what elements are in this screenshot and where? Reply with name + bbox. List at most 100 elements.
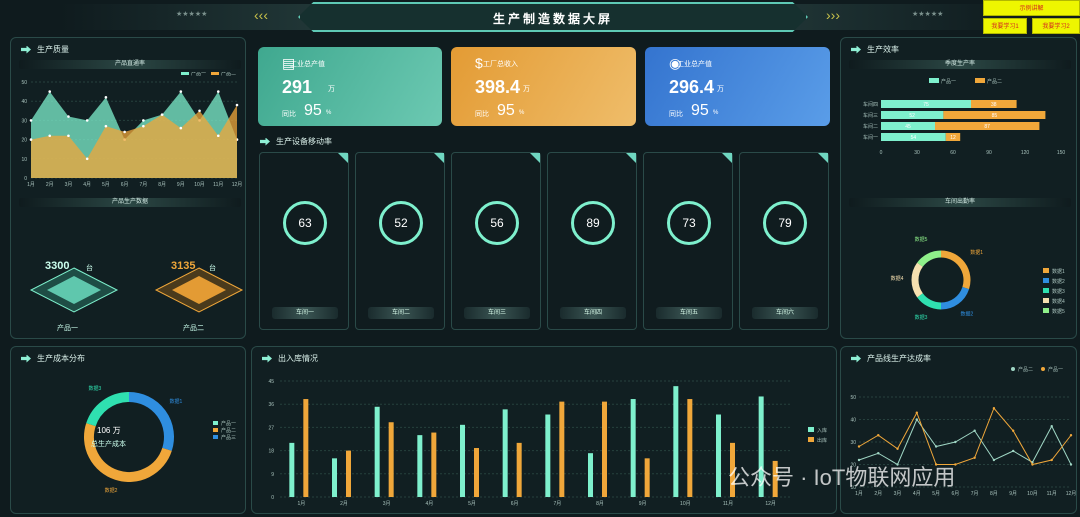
legend-swatch [1043,298,1049,303]
bar [431,432,437,497]
legend-swatch [1043,308,1049,313]
learn2-button[interactable]: 我要学习2 [1032,18,1080,34]
example-button[interactable]: 示例讲解 [983,0,1080,16]
output-p1-unit: 台 [86,265,93,272]
card-2-yoy-unit: % [519,110,525,116]
slice-label: 数据3 [915,314,928,321]
cost-center-value: 106 万 [97,425,121,436]
x-tick-label: 5月 [468,501,476,507]
x-tick-label: 0 [880,150,883,156]
pie-slice [911,262,923,298]
data-point [198,109,201,113]
y-tick-label: 9 [271,472,274,478]
device-label[interactable]: 车间四 [560,307,626,319]
x-tick-label: 30 [914,150,920,156]
card-1-yoy: 95 [304,102,322,119]
card-3-value: 296.4 [669,77,715,97]
legend-swatch [1011,367,1015,371]
arrow-icon [21,45,31,54]
platform-1 [29,267,119,313]
data-point [142,124,145,128]
legend-label: 产品三 [221,434,236,441]
x-tick-label: 10月 [194,182,205,188]
device-card-2: 52 车间二 [355,152,445,330]
cost-chart: 数据1 数据2 数据3 产品一产品二产品三 [84,385,236,494]
card-2-value: 398.4 [475,77,521,97]
data-point [1069,434,1073,437]
watermark: 公众号 · IoT物联网应用 [728,465,956,490]
device-label[interactable]: 车间五 [656,307,722,319]
x-tick-label: 120 [1021,150,1030,156]
bar [374,406,380,497]
data-point [896,447,899,450]
data-point [29,119,33,122]
data-point [104,96,108,99]
x-tick-label: 9月 [1009,491,1017,497]
data-point [857,445,861,448]
quality-panel: 生产质量 产品直通率 0 10 20 30 40 50 1月 2月 3月 4月 5月 6月 7月 8月 9月… [10,37,246,339]
device-ring: 79 [763,201,807,245]
y-tick-label: 18 [268,449,274,455]
data-point [48,90,52,93]
x-tick-label: 12月 [1066,491,1077,497]
data-point [48,134,52,138]
legend-swatch [213,435,218,439]
x-tick-label: 11月 [723,501,733,507]
device-ring: 63 [283,201,327,245]
device-ring: 52 [379,201,423,245]
output-subtitle: 产品生产数据 [19,198,241,207]
bar [474,448,479,497]
device-label[interactable]: 车间三 [464,307,530,319]
data-label: 12 [950,135,956,141]
x-tick-label: 6月 [121,182,129,188]
pie-slice [917,293,942,310]
x-tick-label: 90 [986,150,992,156]
bar [545,414,551,497]
y-tick-label: 50 [850,395,856,401]
card-1-value: 291 [282,77,313,97]
output-p2-unit: 台 [209,265,216,272]
device-ring: 89 [571,201,615,245]
data-point [992,407,996,410]
legend-swatch [213,428,218,432]
data-point [915,411,919,414]
legend-label: 数据5 [1052,308,1065,315]
x-tick-label: 1月 [297,501,305,507]
output-p2-value: 3135 [171,260,196,272]
efficiency-title: 生产效率 [867,45,899,54]
slice-label: 数据5 [915,236,928,243]
header-stars-right: ★★★★★ [912,11,944,18]
bar [644,458,650,497]
y-tick-label: 30 [850,440,856,446]
arrow-icon [851,45,861,54]
device-label[interactable]: 车间六 [752,307,818,319]
data-label: 75 [923,102,929,108]
header-stars-left: ★★★★★ [176,11,208,18]
data-point [216,134,220,138]
learn1-button[interactable]: 我要学习1 [983,18,1027,34]
bar [673,386,679,497]
card-1-yoy-unit: % [326,110,332,116]
device-label[interactable]: 车间一 [272,307,338,319]
device-card-6: 79 车间六 [739,152,829,330]
data-point [877,452,880,455]
legend-label: 产品一 [941,78,956,85]
legend-swatch [211,72,219,75]
device-label[interactable]: 车间二 [368,307,434,319]
arrow-icon [260,137,270,146]
y-tick-label: 10 [21,157,27,163]
card-3-yoy: 95 [691,102,709,119]
legend-swatch [1041,367,1045,371]
card-2-yoy-label: 同比 [475,111,489,118]
legend-label: 数据3 [1052,288,1065,295]
bar [602,401,607,497]
efficiency-panel: 生产效率 季度生产率 产品一 产品二 0 30 60 90 120 150 车间四 75 38 车间三… [840,37,1077,339]
data-point [915,418,919,421]
data-point [67,134,70,138]
x-tick-label: 7月 [971,491,979,497]
legend-swatch [975,78,985,83]
device-card-3: 56 车间三 [451,152,541,330]
chevron-right-icon: ››› [826,7,840,23]
card-1-unit: 万 [328,86,335,93]
x-tick-label: 4月 [425,501,433,507]
